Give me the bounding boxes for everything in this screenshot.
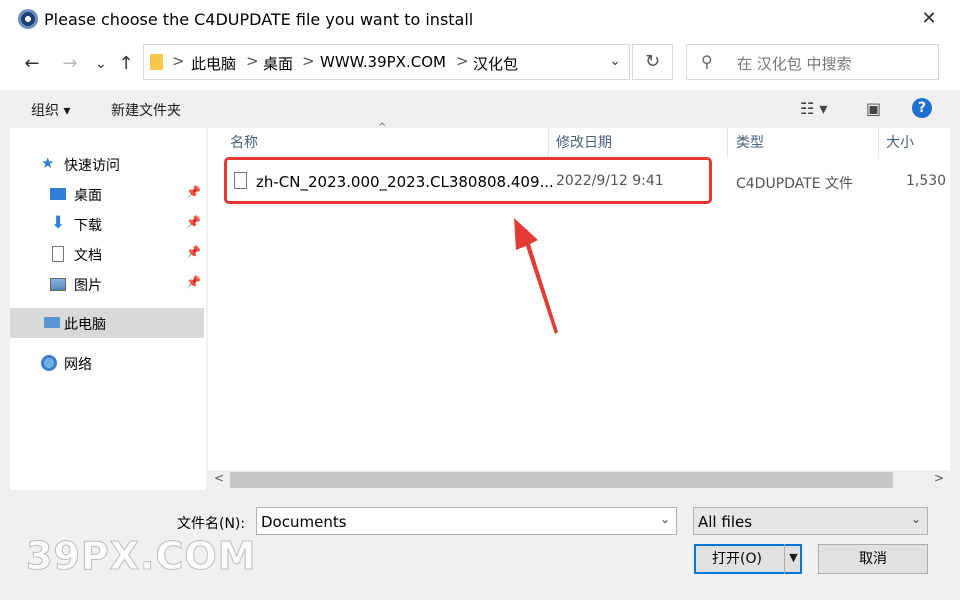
annotation-highlight-box (224, 157, 712, 204)
close-icon[interactable]: ✕ (912, 4, 946, 34)
dialog-footer: 文件名(N): Documents ⌄ All files ⌄ 打开(O) ▼ … (0, 490, 960, 600)
search-icon: ⚲ (701, 52, 713, 71)
pin-icon: 📌 (186, 185, 201, 199)
sidebar-item-label: 文档 (74, 248, 102, 264)
breadcrumb-separator[interactable]: > (172, 52, 185, 70)
column-divider[interactable] (548, 128, 549, 158)
document-icon (52, 246, 64, 262)
help-icon[interactable]: ? (912, 98, 932, 118)
cancel-button[interactable]: 取消 (818, 544, 928, 574)
horizontal-scrollbar[interactable]: < > (208, 470, 950, 490)
up-button[interactable]: ↑ (114, 52, 138, 76)
column-header-modified[interactable]: 修改日期 (556, 128, 612, 158)
back-button[interactable]: ← (20, 52, 44, 76)
breadcrumb-desktop[interactable]: 桌面 (263, 53, 293, 74)
pin-icon: 📌 (186, 245, 201, 259)
window-title: Please choose the C4DUPDATE file you wan… (44, 10, 474, 29)
chevron-down-icon: ⌄ (910, 512, 921, 526)
folder-icon (150, 54, 163, 70)
filename-input[interactable]: Documents ⌄ (256, 507, 677, 535)
cinema4d-app-icon (18, 9, 38, 29)
address-bar[interactable]: > 此电脑 > 桌面 > WWW.39PX.COM > 汉化包 ⌄ (143, 44, 630, 80)
sidebar-item-label: 网络 (64, 357, 92, 373)
picture-icon (50, 278, 66, 291)
open-split-dropdown-icon[interactable]: ▼ (784, 544, 802, 574)
computer-icon (44, 317, 60, 328)
scroll-left-icon[interactable]: < (214, 471, 224, 485)
navigation-pane: ★ 快速访问 桌面 📌 ⬇ 下载 📌 文档 📌 图片 📌 此电脑 网络 (10, 128, 206, 490)
sidebar-item-label: 快速访问 (64, 158, 120, 174)
pin-icon: 📌 (186, 275, 201, 289)
forward-button[interactable]: → (58, 52, 82, 76)
sort-ascending-icon: ^ (378, 122, 387, 133)
organize-menu[interactable]: 组织 ▾ (31, 100, 70, 120)
file-open-dialog: Please choose the C4DUPDATE file you wan… (0, 0, 960, 600)
sidebar-item-documents[interactable]: 文档 📌 (10, 239, 204, 269)
annotation-arrow-icon (514, 218, 558, 334)
download-icon: ⬇ (51, 213, 66, 233)
command-toolbar: 组织 ▾ 新建文件夹 ☷ ▾ ▣ ? ▴ (0, 90, 960, 189)
column-header-name[interactable]: 名称 (230, 128, 258, 158)
column-header-type[interactable]: 类型 (736, 128, 764, 158)
search-input[interactable]: 在 汉化包 中搜索 (737, 53, 852, 74)
sidebar-item-label: 图片 (74, 278, 102, 294)
view-options-icon[interactable]: ☷ ▾ (800, 99, 827, 118)
scroll-right-icon[interactable]: > (934, 471, 944, 485)
breadcrumb-hanhuabao[interactable]: 汉化包 (473, 53, 518, 74)
network-icon (41, 355, 57, 371)
sidebar-item-this-pc[interactable]: 此电脑 (10, 308, 204, 338)
scrollbar-thumb[interactable] (230, 472, 893, 488)
column-divider[interactable] (727, 128, 728, 158)
filetype-value: All files (698, 513, 753, 531)
title-bar: Please choose the C4DUPDATE file you wan… (0, 0, 960, 38)
sidebar-item-network[interactable]: 网络 (10, 348, 204, 378)
sidebar-item-desktop[interactable]: 桌面 📌 (10, 179, 204, 209)
preview-pane-icon[interactable]: ▣ (866, 99, 881, 118)
refresh-button[interactable]: ↻ (632, 44, 673, 80)
filename-label: 文件名(N): (177, 516, 246, 532)
navigation-bar: ← → ⌄ ↑ > 此电脑 > 桌面 > WWW.39PX.COM > 汉化包 … (0, 38, 960, 90)
breadcrumb-this-pc[interactable]: 此电脑 (191, 53, 236, 74)
sidebar-item-label: 此电脑 (64, 317, 106, 333)
sidebar-item-label: 下载 (74, 218, 102, 234)
star-icon: ★ (41, 154, 55, 172)
breadcrumb-separator[interactable]: > (302, 52, 315, 70)
sidebar-item-quick-access[interactable]: ★ 快速访问 (10, 149, 204, 179)
watermark: 39PX.COM (25, 534, 257, 579)
pin-icon: 📌 (186, 215, 201, 229)
file-type: C4DUPDATE 文件 (736, 176, 854, 192)
filename-value: Documents (261, 513, 347, 531)
recent-locations-button[interactable]: ⌄ (89, 52, 113, 76)
breadcrumb-separator[interactable]: > (246, 52, 259, 70)
open-button-label: 打开(O) (712, 551, 762, 567)
breadcrumb-separator[interactable]: > (456, 52, 469, 70)
chevron-down-icon[interactable]: ⌄ (660, 512, 670, 526)
desktop-icon (50, 188, 66, 200)
breadcrumb-www39px[interactable]: WWW.39PX.COM (320, 53, 446, 71)
search-box[interactable]: ⚲ 在 汉化包 中搜索 (686, 44, 939, 80)
address-dropdown-icon[interactable]: ⌄ (609, 53, 621, 69)
sidebar-item-pictures[interactable]: 图片 📌 (10, 269, 204, 299)
new-folder-button[interactable]: 新建文件夹 (111, 100, 181, 120)
column-header-size[interactable]: 大小 (886, 128, 914, 158)
sidebar-item-label: 桌面 (74, 188, 102, 204)
column-divider[interactable] (878, 128, 879, 158)
sidebar-item-downloads[interactable]: ⬇ 下载 📌 (10, 209, 204, 239)
file-size: 1,530 (906, 173, 947, 189)
filetype-select[interactable]: All files ⌄ (693, 507, 928, 535)
